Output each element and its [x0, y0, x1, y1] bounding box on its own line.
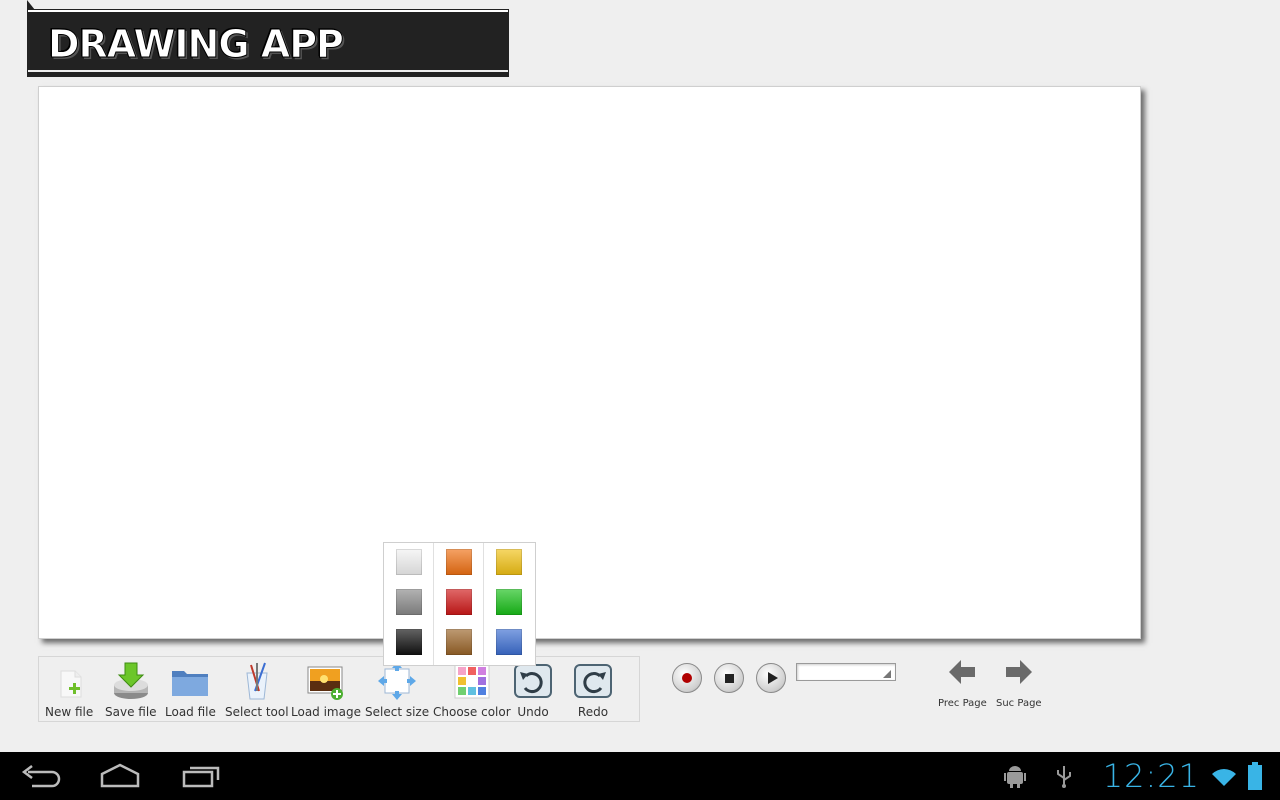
choose-color-button[interactable]: Choose color [433, 661, 511, 719]
play-icon [767, 672, 778, 684]
color-swatch-blue[interactable] [496, 629, 522, 655]
folder-icon [170, 661, 210, 701]
play-button[interactable] [756, 663, 786, 693]
dropdown-arrow-icon [883, 670, 891, 678]
load-image-label: Load image [291, 705, 361, 719]
clock: 12:21 [1102, 757, 1200, 795]
resize-arrows-icon [377, 661, 417, 701]
color-swatch-black[interactable] [396, 629, 422, 655]
recording-select[interactable] [796, 663, 896, 681]
redo-icon [573, 661, 613, 701]
app-title: DRAWING APP [48, 22, 345, 67]
color-swatch-white[interactable] [396, 549, 422, 575]
wifi-icon [1212, 769, 1236, 786]
color-palette-icon [452, 661, 492, 701]
load-image-button[interactable]: Load image [291, 661, 361, 719]
select-size-button[interactable]: Select size [365, 661, 429, 719]
select-size-label: Select size [365, 705, 430, 719]
usb-icon [1057, 766, 1071, 788]
title-banner: DRAWING APP [27, 0, 508, 76]
select-tool-label: Select tool [225, 705, 289, 719]
recent-apps-icon [182, 766, 220, 788]
prev-page-button[interactable]: Prec Page [938, 658, 987, 709]
toolbar: New file Save file Load file Select tool… [38, 656, 640, 722]
save-file-label: Save file [105, 705, 157, 719]
save-file-button[interactable]: Save file [105, 661, 157, 719]
home-button[interactable] [98, 762, 142, 790]
back-icon [21, 765, 61, 788]
new-file-label: New file [45, 705, 94, 719]
redo-button[interactable]: Redo [573, 661, 613, 719]
choose-color-label: Choose color [433, 705, 511, 719]
load-file-button[interactable]: Load file [165, 661, 216, 719]
color-swatch-gray[interactable] [396, 589, 422, 615]
color-palette-popup [383, 542, 536, 666]
color-swatch-red[interactable] [446, 589, 472, 615]
undo-icon [513, 661, 553, 701]
load-file-label: Load file [165, 705, 216, 719]
new-file-icon [49, 661, 89, 701]
color-swatch-yellow[interactable] [496, 549, 522, 575]
drawing-app: DRAWING APP New file Save file Load file… [0, 0, 1280, 800]
brush-cup-icon [237, 661, 277, 701]
color-swatch-orange[interactable] [446, 549, 472, 575]
stop-button[interactable] [714, 663, 744, 693]
android-debug-icon [1004, 766, 1026, 788]
color-swatch-green[interactable] [496, 589, 522, 615]
home-icon [100, 763, 140, 788]
record-icon [682, 673, 692, 683]
arrow-right-icon [1005, 660, 1032, 684]
undo-label: Undo [517, 705, 549, 719]
new-file-button[interactable]: New file [45, 661, 93, 719]
undo-button[interactable]: Undo [513, 661, 553, 719]
select-tool-button[interactable]: Select tool [225, 661, 289, 719]
stop-icon [724, 673, 734, 683]
next-page-label: Suc Page [996, 698, 1042, 709]
back-button[interactable] [20, 762, 64, 790]
record-button[interactable] [672, 663, 702, 693]
battery-icon [1248, 762, 1262, 790]
save-file-icon [111, 661, 151, 701]
drawing-canvas[interactable] [38, 86, 1141, 639]
redo-label: Redo [577, 705, 609, 719]
color-swatch-brown[interactable] [446, 629, 472, 655]
image-add-icon [306, 661, 346, 701]
next-page-button[interactable]: Suc Page [996, 658, 1042, 709]
system-navigation-bar: 12:21 [0, 752, 1280, 800]
prev-page-label: Prec Page [938, 698, 987, 709]
arrow-left-icon [949, 660, 976, 684]
recent-apps-button[interactable] [180, 762, 224, 790]
